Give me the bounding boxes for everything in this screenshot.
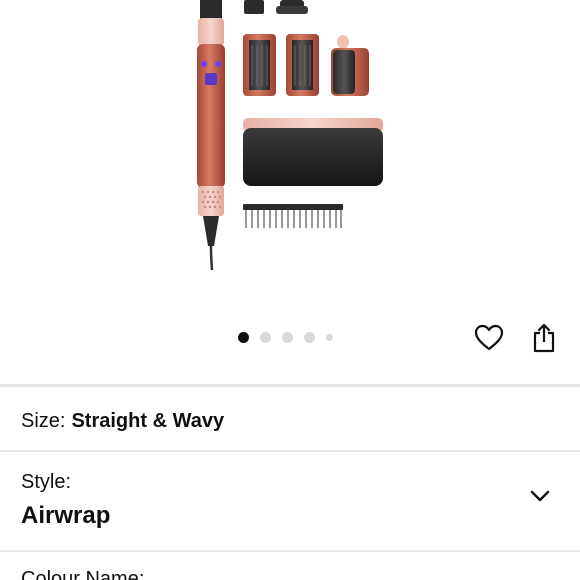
carousel-dot-2[interactable] bbox=[260, 331, 271, 343]
carousel-dot-3[interactable] bbox=[282, 331, 293, 343]
share-button[interactable] bbox=[526, 320, 562, 356]
divider bbox=[0, 550, 580, 552]
carousel-dot-4[interactable] bbox=[304, 331, 315, 343]
product-image[interactable] bbox=[0, 0, 580, 310]
comb bbox=[243, 204, 343, 228]
product-detail-page: Size: Straight & Wavy Style: Airwrap Colo… bbox=[0, 0, 580, 580]
favorite-button[interactable] bbox=[471, 320, 507, 356]
style-label: Style: bbox=[21, 471, 72, 493]
style-value: Airwrap bbox=[21, 502, 111, 529]
share-icon bbox=[533, 323, 555, 353]
section-divider bbox=[0, 384, 580, 387]
small-attachments bbox=[244, 0, 308, 14]
size-value: Straight & Wavy bbox=[71, 410, 225, 432]
colour-label: Colour Name: bbox=[21, 568, 145, 580]
size-row: Size: Straight & Wavy bbox=[21, 406, 224, 436]
chevron-down-icon[interactable] bbox=[528, 484, 552, 508]
carousel-dot-5[interactable] bbox=[326, 333, 333, 341]
hair-styler-illustration bbox=[197, 0, 383, 271]
size-label: Size: bbox=[21, 410, 66, 432]
style-selector[interactable]: Style: Airwrap bbox=[0, 452, 580, 550]
carousel-dot-1[interactable] bbox=[238, 331, 249, 343]
styler-handle bbox=[197, 0, 225, 271]
storage-case bbox=[243, 118, 383, 186]
image-carousel-dots[interactable] bbox=[238, 331, 333, 343]
barrel-attachments bbox=[243, 34, 369, 96]
heart-icon bbox=[474, 324, 504, 351]
